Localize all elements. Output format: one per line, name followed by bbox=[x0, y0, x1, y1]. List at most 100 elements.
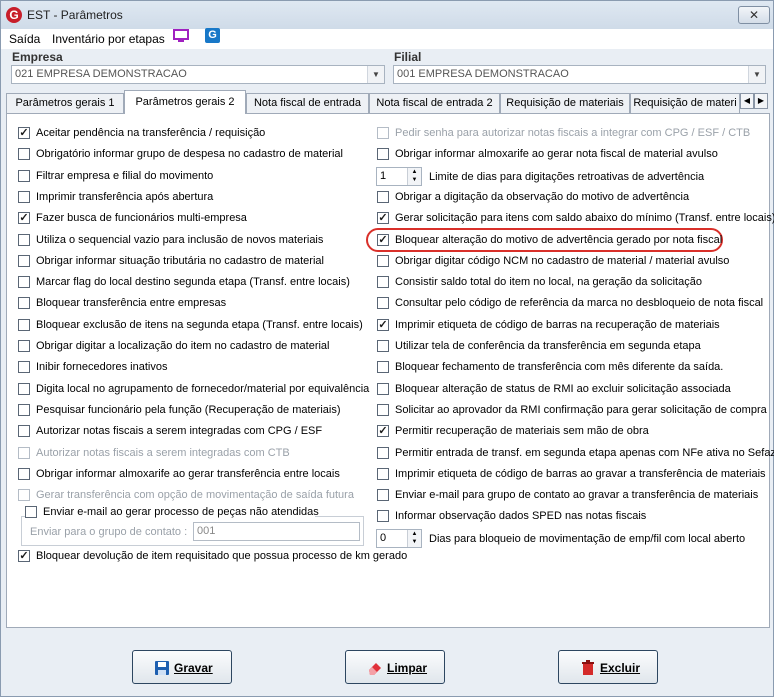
option-label: Inibir fornecedores inativos bbox=[36, 361, 168, 374]
menu-inventario[interactable]: Inventário por etapas bbox=[52, 32, 165, 46]
checkbox-box[interactable] bbox=[18, 382, 30, 395]
checkbox-box[interactable] bbox=[18, 276, 30, 289]
option-label: Marcar flag do local destino segunda eta… bbox=[36, 276, 350, 289]
option-label: Obrigar informar almoxarife ao gerar not… bbox=[395, 148, 718, 161]
checkbox-box[interactable] bbox=[25, 506, 37, 518]
stepper-value[interactable]: 0 bbox=[380, 532, 386, 544]
monitor-icon[interactable] bbox=[173, 29, 189, 43]
clear-label: Limpar bbox=[387, 661, 428, 675]
stepper-label: Dias para bloqueio de movimentação de em… bbox=[429, 532, 746, 545]
option-label: Obrigar a digitação da observação do mot… bbox=[395, 190, 690, 203]
tab-requisicao-materiais[interactable]: Requisição de materiais bbox=[500, 93, 630, 113]
numeric-stepper[interactable]: 0 ▲ ▼ bbox=[376, 528, 422, 548]
chevron-down-icon[interactable]: ▼ bbox=[748, 66, 765, 83]
checkbox-box[interactable] bbox=[377, 403, 389, 416]
filial-select[interactable]: 001 EMPRESA DEMONSTRACAO ▼ bbox=[393, 65, 766, 84]
checkbox-box[interactable] bbox=[18, 340, 30, 352]
up-down-arrows-icon[interactable]: ▲ ▼ bbox=[407, 529, 421, 547]
close-button[interactable]: ✕ bbox=[738, 6, 770, 24]
checkbox-box[interactable] bbox=[377, 276, 389, 289]
app-shortcut-icon[interactable]: G bbox=[205, 28, 220, 43]
save-label: Gravar bbox=[174, 661, 213, 675]
option-label: Filtrar empresa e filial do movimento bbox=[36, 169, 214, 182]
delete-button[interactable]: Excluir bbox=[558, 650, 658, 684]
tab-nota-fiscal-entrada[interactable]: Nota fiscal de entrada bbox=[246, 93, 369, 113]
tab-strip: Parâmetros gerais 1 Parâmetros gerais 2 … bbox=[6, 90, 770, 114]
option-label: Autorizar notas fiscais a serem integrad… bbox=[36, 425, 323, 438]
menu-saida[interactable]: Saída bbox=[9, 32, 40, 46]
tab-scroll-left-icon[interactable]: ◀ bbox=[740, 93, 754, 109]
checkbox-box[interactable] bbox=[377, 446, 389, 459]
checkbox-box[interactable] bbox=[18, 403, 30, 416]
option-label: Obrigatório informar grupo de despesa no… bbox=[36, 148, 343, 161]
checkbox-box[interactable] bbox=[377, 297, 389, 310]
checkbox-box[interactable] bbox=[18, 169, 30, 182]
option-label: Bloquear alteração de status de RMI ao e… bbox=[395, 382, 731, 395]
tab-requisicao-materiais-2[interactable]: Requisição de materi bbox=[630, 93, 740, 113]
up-down-arrows-icon[interactable]: ▲ ▼ bbox=[407, 167, 421, 185]
filial-label: Filial bbox=[394, 50, 422, 64]
checkbox-box[interactable] bbox=[18, 233, 30, 246]
eraser-icon bbox=[369, 663, 381, 675]
checkbox-box[interactable] bbox=[377, 190, 389, 203]
checkbox-box[interactable]: ✓ bbox=[377, 233, 389, 246]
option-label: Utilizar tela de conferência da transfer… bbox=[395, 340, 701, 352]
option-label: Obrigar informar situação tributária no … bbox=[36, 254, 324, 267]
checkbox-box[interactable]: ✓ bbox=[18, 212, 30, 225]
option-label: Bloquear exclusão de itens na segunda et… bbox=[36, 318, 363, 331]
option-label: Pesquisar funcionário pela função (Recup… bbox=[36, 403, 341, 416]
contact-group-input[interactable]: 001 bbox=[193, 522, 360, 541]
checkbox-box[interactable]: ✓ bbox=[18, 127, 30, 139]
checkbox-box bbox=[18, 446, 30, 459]
tab-nota-fiscal-entrada-2[interactable]: Nota fiscal de entrada 2 bbox=[369, 93, 500, 113]
checkbox-box[interactable] bbox=[377, 467, 389, 480]
checkbox-box[interactable] bbox=[377, 340, 389, 352]
tab-parametros-gerais-2[interactable]: Parâmetros gerais 2 bbox=[124, 90, 246, 114]
option-label: Autorizar notas fiscais a serem integrad… bbox=[36, 446, 290, 459]
option-label: Informar observação dados SPED nas notas… bbox=[395, 510, 647, 523]
trash-icon bbox=[582, 660, 594, 675]
checkbox-box[interactable] bbox=[377, 361, 389, 374]
tab-scroll-right-icon[interactable]: ▶ bbox=[754, 93, 768, 109]
checkbox-box[interactable] bbox=[18, 148, 30, 161]
option-label: Permitir recuperação de materiais sem mã… bbox=[395, 425, 649, 438]
checkbox-box[interactable] bbox=[377, 382, 389, 395]
option-label: Digita local no agrupamento de fornecedo… bbox=[36, 382, 370, 395]
checkbox-box[interactable] bbox=[377, 148, 389, 161]
checkbox-box bbox=[377, 127, 389, 139]
checkbox-box[interactable]: ✓ bbox=[377, 212, 389, 225]
email-process-checkbox[interactable]: Enviar e-mail ao gerar processo de peças… bbox=[25, 504, 319, 520]
option-label: Imprimir etiqueta de código de barras na… bbox=[395, 318, 720, 331]
checkbox-box[interactable] bbox=[18, 467, 30, 480]
numeric-stepper[interactable]: 1 ▲ ▼ bbox=[376, 166, 422, 186]
parameters-window: G EST - Parâmetros ✕ Saída Inventário po… bbox=[0, 0, 774, 697]
checkbox-box[interactable]: ✓ bbox=[377, 425, 389, 438]
checkbox-box[interactable] bbox=[377, 254, 389, 267]
checkbox-box[interactable] bbox=[377, 489, 389, 502]
window-title: EST - Parâmetros bbox=[27, 8, 123, 22]
option-label: Gerar transferência com opção de movimen… bbox=[36, 489, 354, 502]
block-return-km-label: Bloquear devolução de item requisitado q… bbox=[36, 550, 408, 562]
empresa-label: Empresa bbox=[12, 50, 63, 64]
checkbox-box[interactable]: ✓ bbox=[18, 550, 30, 562]
title-bar: G EST - Parâmetros ✕ bbox=[1, 1, 773, 29]
floppy-disk-icon bbox=[155, 661, 169, 675]
checkbox-box[interactable] bbox=[18, 361, 30, 374]
checkbox-box[interactable] bbox=[18, 318, 30, 331]
tab-parametros-gerais-1[interactable]: Parâmetros gerais 1 bbox=[6, 93, 124, 113]
chevron-down-icon[interactable]: ▼ bbox=[367, 66, 384, 83]
empresa-select[interactable]: 021 EMPRESA DEMONSTRACAO ▼ bbox=[11, 65, 385, 84]
stepper-value[interactable]: 1 bbox=[380, 170, 386, 182]
clear-button[interactable]: Limpar bbox=[345, 650, 445, 684]
option-label: Bloquear transferência entre empresas bbox=[36, 297, 227, 310]
checkbox-box[interactable] bbox=[18, 425, 30, 438]
option-label: Imprimir etiqueta de código de barras ao… bbox=[395, 467, 766, 480]
checkbox-box[interactable] bbox=[18, 190, 30, 203]
checkbox-box bbox=[18, 489, 30, 502]
option-label: Aceitar pendência na transferência / req… bbox=[36, 127, 266, 139]
checkbox-box[interactable] bbox=[377, 510, 389, 523]
checkbox-box[interactable] bbox=[18, 297, 30, 310]
checkbox-box[interactable] bbox=[18, 254, 30, 267]
checkbox-box[interactable]: ✓ bbox=[377, 318, 389, 331]
save-button[interactable]: Gravar bbox=[132, 650, 232, 684]
